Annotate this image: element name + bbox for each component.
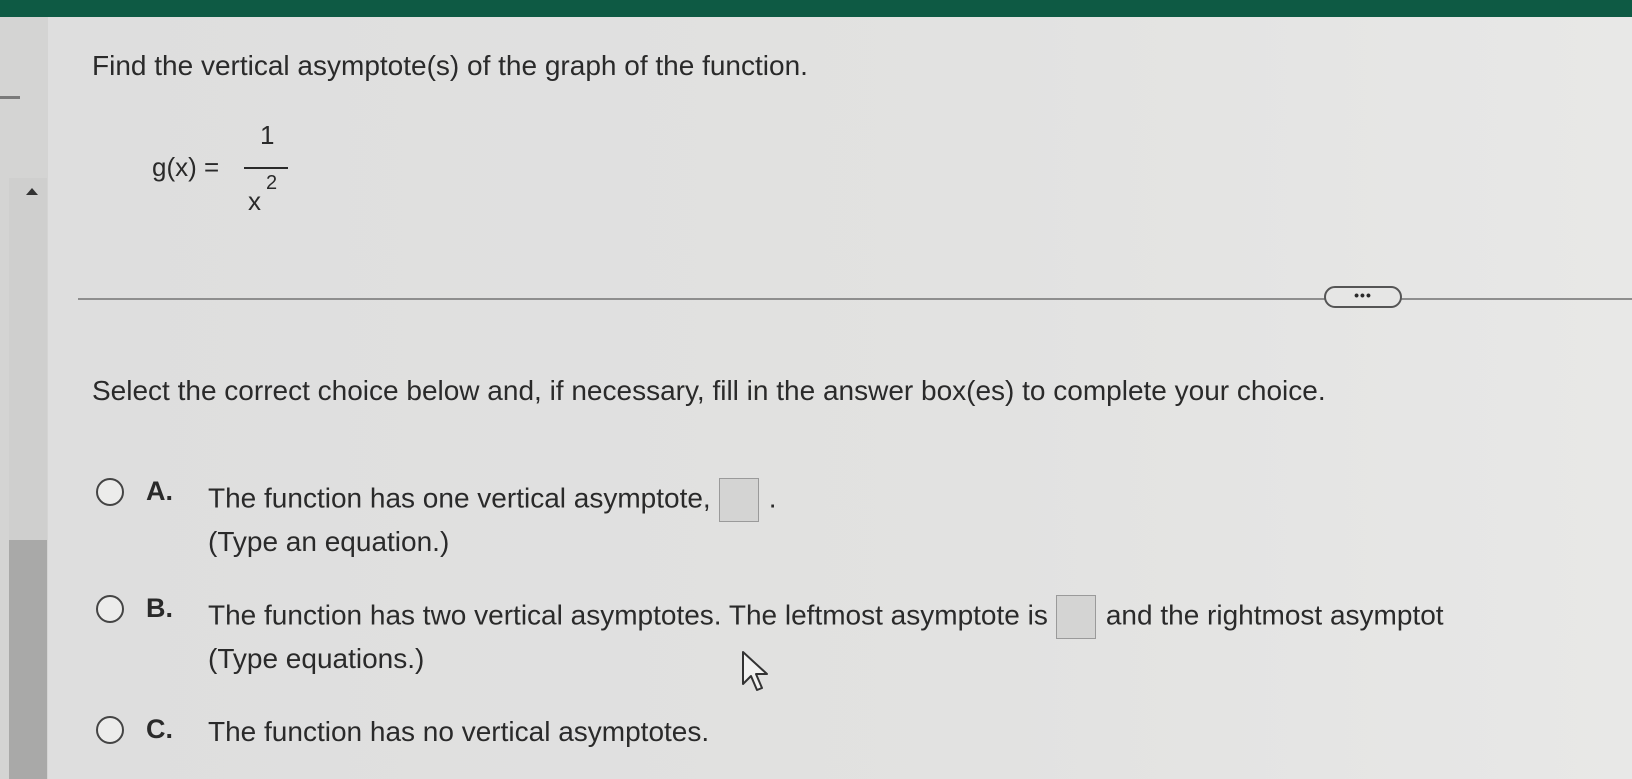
choice-b-text: The function has two vertical asymptotes… bbox=[208, 595, 1444, 639]
radio-b[interactable] bbox=[96, 595, 124, 623]
more-options-button[interactable]: ••• bbox=[1324, 286, 1402, 308]
choice-letter: B. bbox=[146, 593, 173, 623]
choice-b-text-before: The function has two vertical asymptotes… bbox=[208, 599, 1048, 631]
denominator-exponent: 2 bbox=[266, 172, 278, 194]
fraction-bar bbox=[244, 167, 288, 169]
choice-c-text: The function has no vertical asymptotes. bbox=[208, 716, 710, 747]
choice-a-text-after: . bbox=[768, 482, 777, 514]
collapse-dash-icon[interactable] bbox=[0, 96, 20, 99]
choice-a-text-before: The function has one vertical asymptote, bbox=[208, 482, 711, 514]
function-lhs: g(x) = bbox=[152, 152, 220, 182]
choice-b-text-after: and the rightmost asymptot bbox=[1105, 599, 1444, 631]
choice-letter: A. bbox=[146, 476, 173, 506]
choice-prompt: Select the correct choice below and, if … bbox=[92, 375, 1326, 406]
answer-box-b-left[interactable] bbox=[1055, 595, 1096, 639]
choice-letter: C. bbox=[146, 714, 173, 744]
up-arrow-icon[interactable] bbox=[26, 188, 38, 195]
question-instruction: Find the vertical asymptote(s) of the gr… bbox=[92, 50, 808, 81]
scrollbar-thumb[interactable] bbox=[9, 540, 47, 779]
choice-a-hint: (Type an equation.) bbox=[208, 526, 450, 557]
fraction-denominator: x bbox=[248, 186, 261, 216]
mouse-pointer-icon bbox=[742, 651, 768, 691]
fraction-numerator: 1 bbox=[260, 120, 275, 150]
choice-a-text: The function has one vertical asymptote,… bbox=[208, 478, 777, 522]
function-formula: g(x) = 1 x 2 bbox=[152, 120, 352, 220]
answer-box-a[interactable] bbox=[718, 478, 759, 522]
choice-b-hint: (Type equations.) bbox=[208, 643, 425, 674]
radio-c[interactable] bbox=[96, 716, 124, 744]
top-bar bbox=[0, 0, 1632, 17]
radio-a[interactable] bbox=[96, 478, 124, 506]
